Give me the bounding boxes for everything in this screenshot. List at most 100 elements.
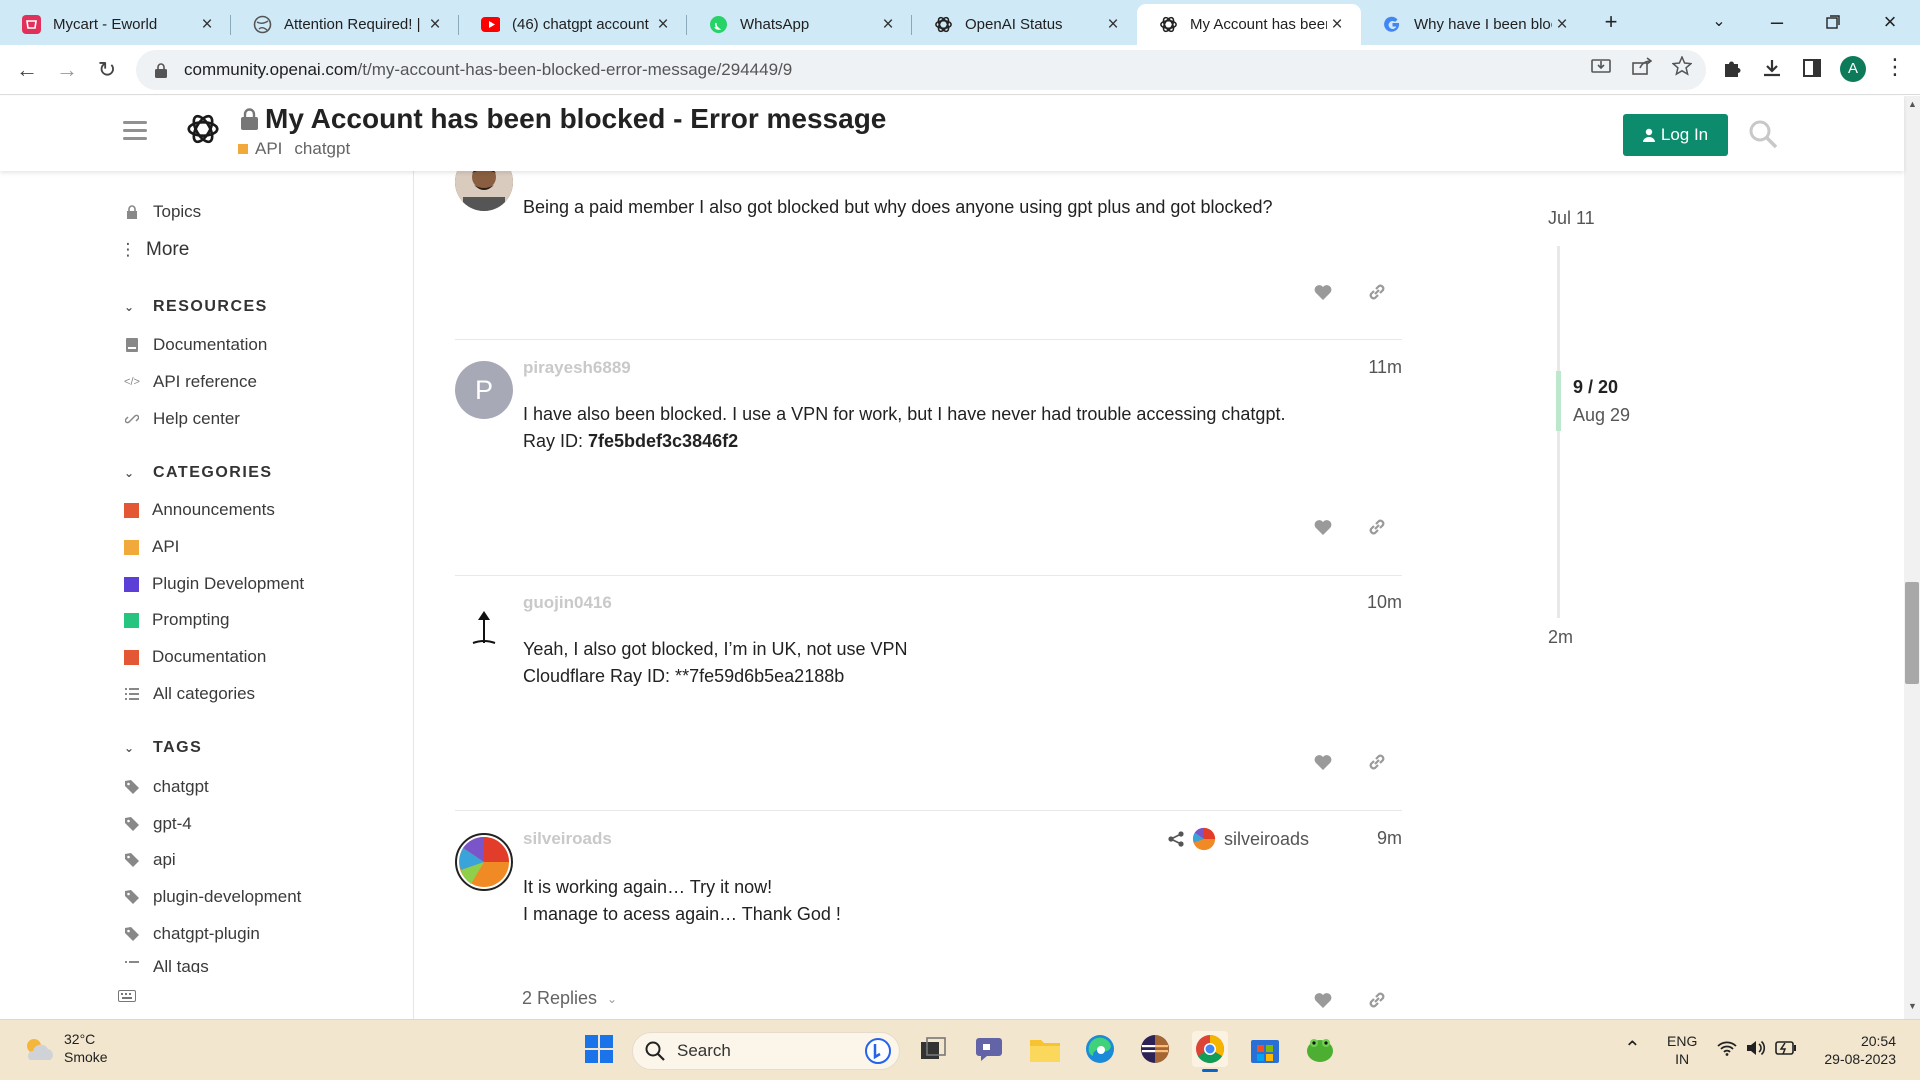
wifi-icon[interactable] xyxy=(1717,1040,1737,1061)
close-icon[interactable]: × xyxy=(425,14,445,36)
post-username[interactable]: silveiroads xyxy=(523,829,612,849)
chrome-browser-icon[interactable] xyxy=(1192,1031,1228,1072)
bing-icon[interactable] xyxy=(865,1038,891,1064)
scroll-down-arrow-icon[interactable]: ▼ xyxy=(1908,1001,1917,1011)
windows-start-icon[interactable] xyxy=(581,1031,617,1067)
openai-logo[interactable] xyxy=(184,110,222,148)
replies-toggle-button[interactable]: 2 Replies ⌄ xyxy=(522,988,617,1009)
login-button[interactable]: Log In xyxy=(1623,114,1728,156)
restore-button[interactable] xyxy=(1816,6,1850,38)
timeline-track[interactable] xyxy=(1557,246,1560,618)
tags-section-toggle[interactable]: ⌄ TAGS xyxy=(124,736,202,760)
tab-search-chevron-icon[interactable]: ⌄ xyxy=(1702,6,1736,38)
sidebar-item-tag-gpt-4[interactable]: gpt-4 xyxy=(124,810,192,838)
post-username[interactable]: pirayesh6889 xyxy=(523,358,631,378)
downloads-icon[interactable] xyxy=(1759,55,1785,81)
tag-link[interactable]: chatgpt xyxy=(294,139,350,159)
back-button[interactable]: ← xyxy=(12,55,42,85)
sidebar-item-all-tags[interactable]: All tags xyxy=(124,957,209,973)
sidebar-item-all-categories[interactable]: All categories xyxy=(124,680,255,708)
close-icon[interactable]: × xyxy=(1327,14,1347,36)
tab-attention-required[interactable]: Attention Required! | C × xyxy=(231,4,459,45)
reply-to-indicator[interactable]: silveiroads xyxy=(1168,827,1309,851)
sidebar-item-plugin-development[interactable]: Plugin Development xyxy=(124,570,304,598)
like-heart-icon[interactable] xyxy=(1310,279,1336,305)
like-heart-icon[interactable] xyxy=(1310,514,1336,540)
sidebar-item-tag-plugin-development[interactable]: plugin-development xyxy=(124,883,301,911)
timeline-end-label[interactable]: 2m xyxy=(1548,627,1573,648)
tab-my-account-blocked[interactable]: My Account has been b × xyxy=(1137,4,1361,45)
copy-link-icon[interactable] xyxy=(1364,749,1390,775)
categories-section-toggle[interactable]: ⌄ CATEGORIES xyxy=(124,461,273,485)
new-tab-button[interactable]: + xyxy=(1594,6,1628,38)
post-timestamp[interactable]: 10m xyxy=(1367,592,1402,613)
side-panel-icon[interactable] xyxy=(1799,55,1825,81)
keyboard-shortcuts-icon[interactable] xyxy=(118,989,136,1007)
page-scrollbar[interactable]: ▲ ▼ xyxy=(1904,96,1920,1019)
frog-app-icon[interactable] xyxy=(1302,1031,1338,1067)
close-icon[interactable]: × xyxy=(1552,14,1572,36)
copy-link-icon[interactable] xyxy=(1364,279,1390,305)
tab-openai-status[interactable]: OpenAI Status × xyxy=(912,4,1137,45)
user-avatar[interactable] xyxy=(455,597,513,655)
sidebar-item-prompting[interactable]: Prompting xyxy=(124,606,229,634)
copy-link-icon[interactable] xyxy=(1364,514,1390,540)
close-icon[interactable]: × xyxy=(878,14,898,36)
sidebar-item-api-reference[interactable]: </> API reference xyxy=(124,368,257,396)
sidebar-item-announcements[interactable]: Announcements xyxy=(124,496,275,524)
address-bar[interactable]: community.openai.com/t/my-account-has-be… xyxy=(136,50,1706,90)
timeline-start-date[interactable]: Jul 11 xyxy=(1548,208,1595,229)
category-link[interactable]: API xyxy=(255,139,282,159)
copy-link-icon[interactable] xyxy=(1364,987,1390,1013)
timeline-handle[interactable] xyxy=(1556,371,1561,431)
tab-why-blocked[interactable]: Why have I been block × xyxy=(1361,4,1586,45)
search-icon[interactable] xyxy=(1747,118,1779,150)
profile-avatar[interactable]: A xyxy=(1840,56,1866,82)
file-explorer-icon[interactable] xyxy=(1027,1031,1063,1067)
sidebar-item-documentation[interactable]: Documentation xyxy=(124,331,267,359)
tab-whatsapp[interactable]: WhatsApp × xyxy=(687,4,912,45)
close-window-button[interactable]: × xyxy=(1873,6,1907,38)
volume-icon[interactable] xyxy=(1746,1039,1766,1062)
edge-browser-icon[interactable] xyxy=(1082,1031,1118,1067)
hamburger-menu-icon[interactable] xyxy=(123,121,147,141)
sidebar-item-topics[interactable]: Topics xyxy=(124,198,201,226)
sidebar-item-help-center[interactable]: Help center xyxy=(124,405,240,433)
user-avatar[interactable]: P xyxy=(455,361,513,419)
taskbar-search-box[interactable]: Search xyxy=(632,1032,900,1070)
microsoft-store-icon[interactable] xyxy=(1247,1031,1283,1067)
weather-widget[interactable]: 32°C Smoke xyxy=(22,1030,108,1066)
user-avatar[interactable] xyxy=(455,833,513,891)
bookmark-star-icon[interactable] xyxy=(1670,54,1694,78)
eclipse-icon[interactable] xyxy=(1137,1031,1173,1067)
battery-icon[interactable] xyxy=(1775,1041,1797,1060)
topic-title[interactable]: My Account has been blocked - Error mess… xyxy=(240,103,886,135)
share-icon[interactable] xyxy=(1630,54,1654,78)
sidebar-item-tag-api[interactable]: api xyxy=(124,846,176,874)
tab-mycart[interactable]: Mycart - Eworld × xyxy=(0,4,231,45)
sidebar-item-tag-chatgpt[interactable]: chatgpt xyxy=(124,773,209,801)
browser-menu-icon[interactable]: ⋮ xyxy=(1884,54,1906,80)
sidebar-item-more[interactable]: ⋮ More xyxy=(120,236,190,264)
resources-section-toggle[interactable]: ⌄ RESOURCES xyxy=(124,295,268,319)
reload-button[interactable]: ↻ xyxy=(92,55,122,85)
close-icon[interactable]: × xyxy=(1103,14,1123,36)
sidebar-item-api[interactable]: API xyxy=(124,533,179,561)
post-username[interactable]: guojin0416 xyxy=(523,593,612,613)
scrollbar-thumb[interactable] xyxy=(1905,582,1919,684)
like-heart-icon[interactable] xyxy=(1310,749,1336,775)
post-timestamp[interactable]: 9m xyxy=(1377,828,1402,849)
like-heart-icon[interactable] xyxy=(1310,987,1336,1013)
task-view-icon[interactable] xyxy=(916,1031,952,1067)
minimize-button[interactable]: – xyxy=(1760,6,1794,38)
teams-chat-icon[interactable] xyxy=(971,1031,1007,1067)
tab-youtube[interactable]: (46) chatgpt account bl × xyxy=(459,4,687,45)
tray-overflow-chevron-icon[interactable]: ⌃ xyxy=(1624,1036,1641,1061)
scroll-up-arrow-icon[interactable]: ▲ xyxy=(1908,99,1917,109)
extensions-puzzle-icon[interactable] xyxy=(1719,55,1745,81)
forward-button[interactable]: → xyxy=(52,55,82,85)
close-icon[interactable]: × xyxy=(653,14,673,36)
language-indicator[interactable]: ENG IN xyxy=(1667,1032,1697,1068)
sidebar-item-tag-chatgpt-plugin[interactable]: chatgpt-plugin xyxy=(124,920,260,948)
close-icon[interactable]: × xyxy=(197,14,217,36)
